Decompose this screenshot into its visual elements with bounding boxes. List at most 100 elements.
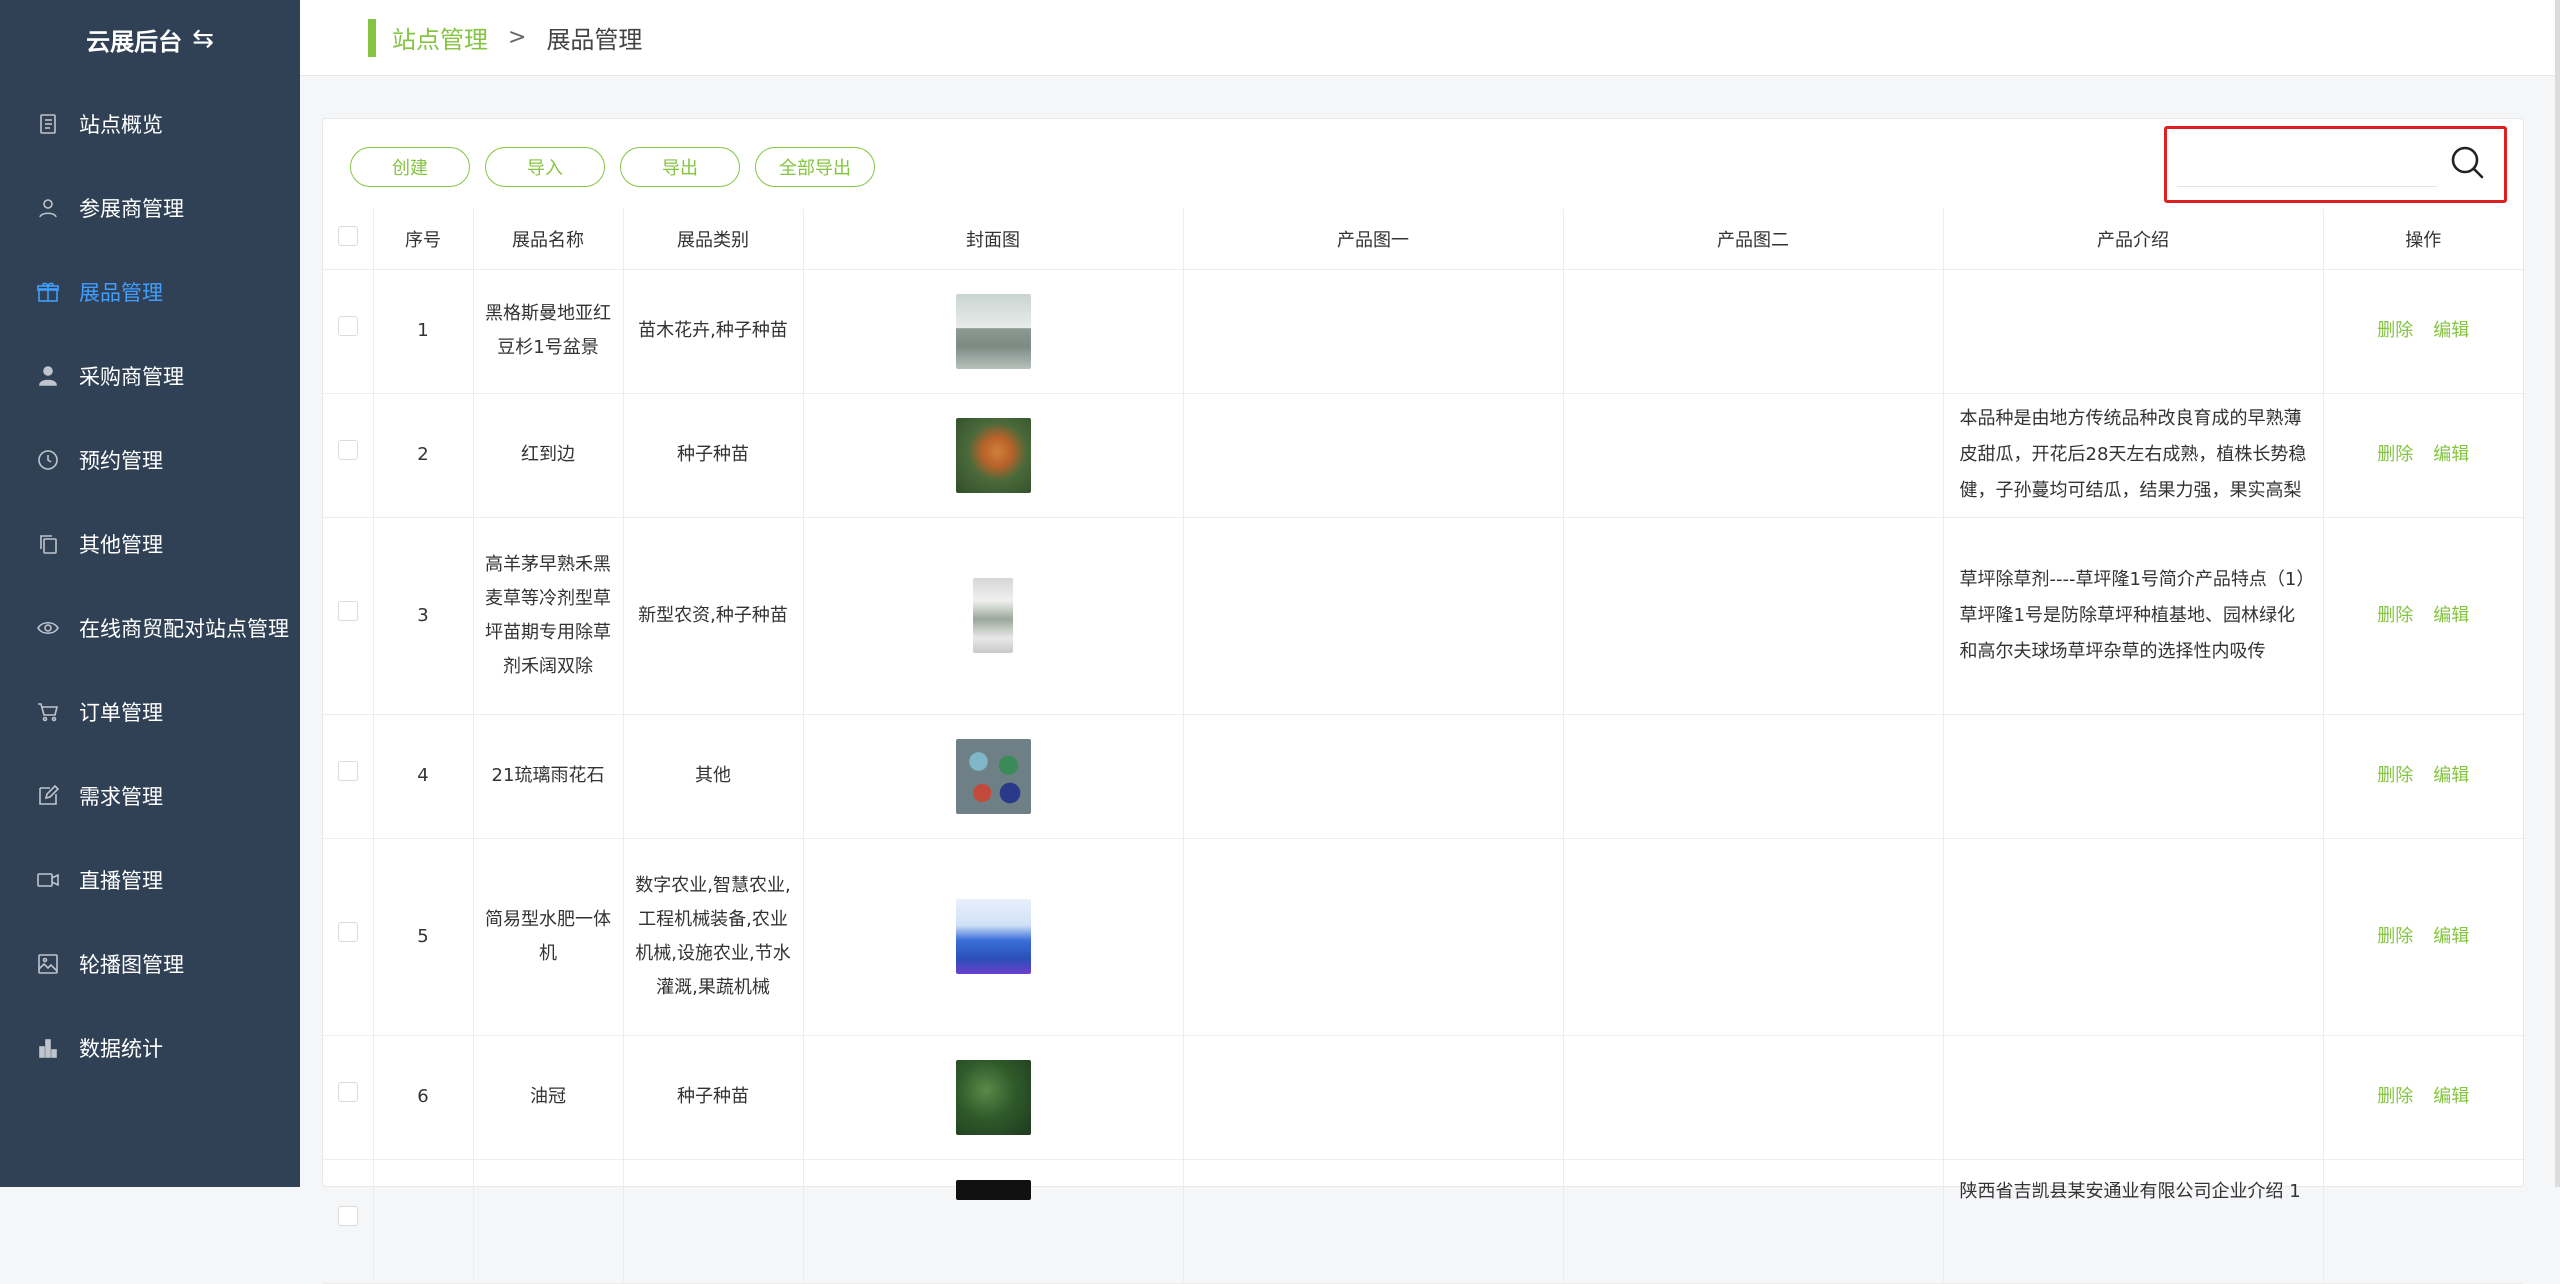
delete-button[interactable]: 删除 [2377, 444, 2413, 465]
cover-thumbnail[interactable] [973, 578, 1013, 653]
export-button[interactable]: 导出 [620, 147, 740, 187]
table-row: 5 简易型水肥一体机 数字农业,智慧农业,工程机械装备,农业机械,设施农业,节水… [323, 838, 2523, 1036]
row-image1 [1183, 269, 1564, 394]
sidebar-item-label: 订单管理 [79, 701, 163, 725]
row-checkbox[interactable] [337, 600, 358, 621]
row-name: 黑格斯曼地亚红豆杉1号盆景 [473, 269, 624, 394]
delete-button[interactable]: 删除 [2377, 926, 2413, 947]
image-icon [35, 951, 61, 977]
sidebar-item-other[interactable]: 其他管理 [0, 502, 300, 586]
edit-button[interactable]: 编辑 [2433, 444, 2469, 465]
row-image2 [1563, 517, 1944, 715]
cover-thumbnail[interactable] [955, 738, 1031, 814]
toolbar: 创建 导入 导出 全部导出 [323, 119, 2523, 209]
header-select-all[interactable] [323, 209, 374, 270]
row-image2 [1563, 1159, 1944, 1284]
row-index: 3 [373, 517, 474, 715]
switch-icon[interactable]: ⇆ [192, 24, 214, 54]
header-category: 展品类别 [623, 209, 804, 270]
search-icon[interactable] [2448, 143, 2486, 181]
row-image1 [1183, 1159, 1564, 1284]
row-checkbox[interactable] [337, 1082, 358, 1102]
table-row: 3 高羊茅早熟禾黑麦草等冷剂型草坪苗期专用除草剂禾阔双除 新型农资,种子种苗 草… [323, 517, 2523, 715]
edit-button[interactable]: 编辑 [2433, 765, 2469, 786]
breadcrumb-marker [368, 18, 376, 57]
delete-button[interactable]: 删除 [2377, 320, 2413, 341]
create-button[interactable]: 创建 [350, 147, 470, 187]
cover-thumbnail[interactable] [955, 899, 1031, 974]
table-row: 2 红到边 种子种苗 本品种是由地方传统品种改良育成的早熟薄皮甜瓜，开花后28天… [323, 393, 2523, 518]
row-image2 [1563, 269, 1944, 394]
sidebar-item-label: 数据统计 [79, 1037, 163, 1061]
sidebar-item-label: 参展商管理 [79, 197, 184, 221]
row-image1 [1183, 517, 1564, 715]
export-all-button[interactable]: 全部导出 [755, 147, 875, 187]
row-image1 [1183, 714, 1564, 839]
exhibit-list-card: 创建 导入 导出 全部导出 序号 展品名称 展品类别 封面图 产品图一 产品图二… [322, 118, 2524, 1284]
sidebar-item-statistics[interactable]: 数据统计 [0, 1006, 300, 1090]
sidebar-item-live[interactable]: 直播管理 [0, 838, 300, 922]
cover-thumbnail[interactable] [955, 417, 1031, 493]
person-icon [35, 363, 61, 389]
cover-thumbnail[interactable] [955, 1059, 1031, 1135]
sidebar-item-exhibits[interactable]: 展品管理 [0, 250, 300, 334]
delete-button[interactable]: 删除 [2377, 765, 2413, 786]
row-name: 油冠 [473, 1035, 624, 1160]
row-checkbox[interactable] [337, 440, 358, 460]
breadcrumb-parent-link[interactable]: 站点管理 [392, 20, 488, 55]
row-category [623, 1159, 804, 1284]
table-header-row: 序号 展品名称 展品类别 封面图 产品图一 产品图二 产品介绍 操作 [323, 209, 2523, 270]
cover-thumbnail[interactable] [955, 293, 1031, 369]
row-index [373, 1159, 474, 1284]
gift-icon [35, 279, 61, 305]
row-name: 红到边 [473, 393, 624, 518]
sidebar-item-buyers[interactable]: 采购商管理 [0, 334, 300, 418]
page-scrollbar[interactable] [2555, 0, 2560, 1187]
import-button[interactable]: 导入 [485, 147, 605, 187]
search-box [2164, 126, 2507, 203]
row-checkbox[interactable] [337, 1206, 358, 1226]
sidebar-item-label: 轮播图管理 [79, 953, 184, 977]
clock-icon [35, 447, 61, 473]
user-icon [35, 195, 61, 221]
eye-icon [35, 615, 61, 641]
exhibit-table: 序号 展品名称 展品类别 封面图 产品图一 产品图二 产品介绍 操作 1 黑格斯… [323, 209, 2523, 1284]
delete-button[interactable]: 删除 [2377, 1086, 2413, 1107]
search-input[interactable] [2177, 143, 2437, 187]
breadcrumb-current: 展品管理 [546, 26, 643, 54]
edit-button[interactable]: 编辑 [2433, 605, 2469, 626]
row-checkbox[interactable] [337, 761, 358, 781]
header-index: 序号 [373, 209, 474, 270]
edit-button[interactable]: 编辑 [2433, 1086, 2469, 1107]
row-image2 [1563, 393, 1944, 518]
sidebar-item-carousel[interactable]: 轮播图管理 [0, 922, 300, 1006]
row-index: 4 [373, 714, 474, 839]
sidebar-item-demands[interactable]: 需求管理 [0, 754, 300, 838]
sidebar-item-label: 展品管理 [79, 281, 163, 305]
row-image2 [1563, 1035, 1944, 1160]
sidebar-item-orders[interactable]: 订单管理 [0, 670, 300, 754]
row-name: 21琉璃雨花石 [473, 714, 624, 839]
sidebar-item-appointments[interactable]: 预约管理 [0, 418, 300, 502]
row-checkbox[interactable] [337, 921, 358, 942]
document-icon [35, 111, 61, 137]
row-name: 简易型水肥一体机 [473, 838, 624, 1036]
delete-button[interactable]: 删除 [2377, 605, 2413, 626]
table-row: 1 黑格斯曼地亚红豆杉1号盆景 苗木花卉,种子种苗 删除 编辑 [323, 269, 2523, 394]
row-checkbox[interactable] [337, 316, 358, 336]
select-all-checkbox[interactable] [337, 226, 358, 247]
row-name [473, 1159, 624, 1284]
cover-thumbnail[interactable] [955, 1179, 1031, 1200]
sidebar-item-exhibitors[interactable]: 参展商管理 [0, 166, 300, 250]
row-category: 新型农资,种子种苗 [623, 517, 804, 715]
sidebar-item-site-overview[interactable]: 站点概览 [0, 82, 300, 166]
row-intro: 草坪除草剂----草坪隆1号简介产品特点（1）草坪隆1号是防除草坪种植基地、园林… [1959, 568, 2306, 662]
row-image2 [1563, 838, 1944, 1036]
sidebar-item-trade-matching[interactable]: 在线商贸配对站点管理 [0, 586, 300, 670]
edit-button[interactable]: 编辑 [2433, 320, 2469, 341]
row-category: 数字农业,智慧农业,工程机械装备,农业机械,设施农业,节水灌溉,果蔬机械 [623, 838, 804, 1036]
edit-button[interactable]: 编辑 [2433, 926, 2469, 947]
row-category: 种子种苗 [623, 1035, 804, 1160]
video-icon [35, 867, 61, 893]
brand: 云展后台 ⇆ [0, 0, 300, 78]
